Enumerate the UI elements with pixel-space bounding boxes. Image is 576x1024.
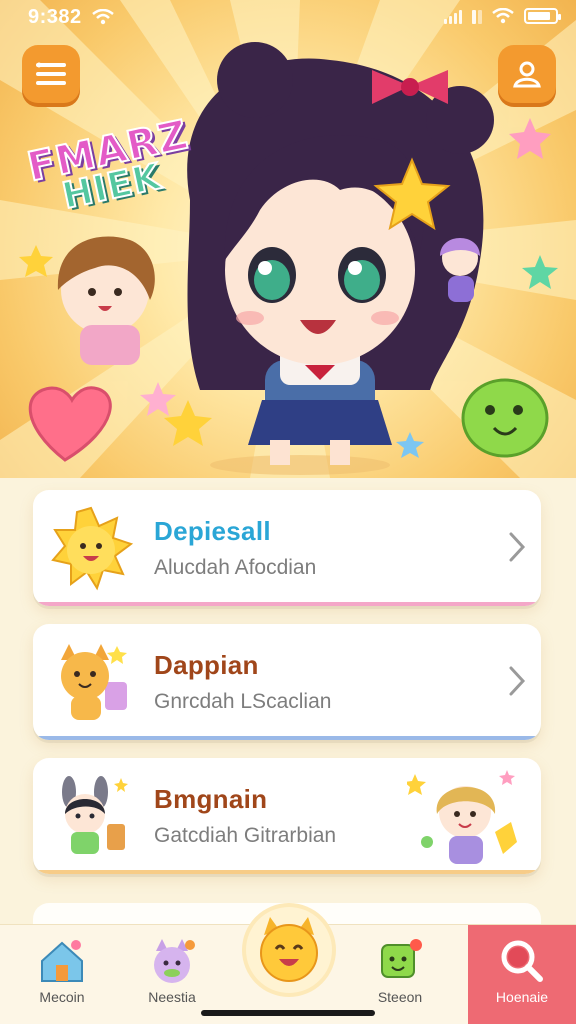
list-card-3[interactable]: Bmgnain Gatcdiah Gitrarbian (33, 758, 541, 874)
card-title: Depiesall (154, 516, 271, 546)
nav-tab-search[interactable]: Hoenaie (468, 925, 576, 1024)
profile-button[interactable] (498, 45, 556, 103)
hero-banner: FMARZ HIEK (0, 0, 576, 478)
menu-icon (36, 62, 66, 85)
card-subtitle: Gatcdiah Gitrarbian (154, 824, 337, 847)
list-card-2[interactable]: Dappian Gnrcdah LScaclian (33, 624, 541, 740)
home-indicator[interactable] (201, 1010, 375, 1016)
house-icon (41, 940, 83, 982)
nav-label: Neestia (148, 989, 196, 1005)
blonde-girl-sticker-icon (407, 770, 517, 864)
menu-button[interactable] (22, 45, 80, 103)
battery-icon (524, 8, 561, 24)
wifi-icon (492, 8, 514, 24)
cat-mascot-icon (61, 644, 127, 720)
list-card-1[interactable]: Depiesall Alucdah Afocdian (33, 490, 541, 606)
card-title: Bmgnain (154, 784, 268, 814)
wifi-icon (92, 9, 114, 25)
signal-icon (444, 8, 462, 24)
card-list: Depiesall Alucdah Afocdian Dappian Gnrcd… (33, 490, 541, 892)
chevron-right-icon (509, 666, 526, 696)
sun-mascot-icon (51, 506, 134, 591)
status-time: 9:382 (28, 6, 82, 28)
nav-tab-1[interactable]: Mecoin (12, 925, 112, 1024)
search-icon (501, 940, 543, 982)
bottom-navigation: Mecoin Neestia Steeon Hoenaie (0, 907, 576, 1024)
signal-secondary-icon (472, 8, 482, 24)
nav-label: Mecoin (39, 989, 85, 1005)
chevron-right-icon (509, 532, 526, 562)
bunny-girl-icon (62, 776, 128, 854)
smiling-cat-icon (260, 917, 318, 982)
nav-tab-center[interactable] (246, 907, 332, 993)
nav-label: Steeon (377, 989, 423, 1005)
battery-level (528, 12, 550, 20)
cat-face-icon (154, 939, 195, 983)
card-subtitle: Gnrcdah LScaclian (154, 690, 332, 713)
card-subtitle: Alucdah Afocdian (154, 556, 317, 579)
status-bar: 9:382 (0, 0, 576, 36)
profile-icon (513, 61, 541, 88)
hero-illustration (19, 42, 558, 475)
green-block-icon (381, 939, 422, 978)
card-title: Dappian (154, 650, 259, 680)
status-right-icons (444, 8, 561, 24)
nav-label: Hoenaie (495, 989, 549, 1005)
